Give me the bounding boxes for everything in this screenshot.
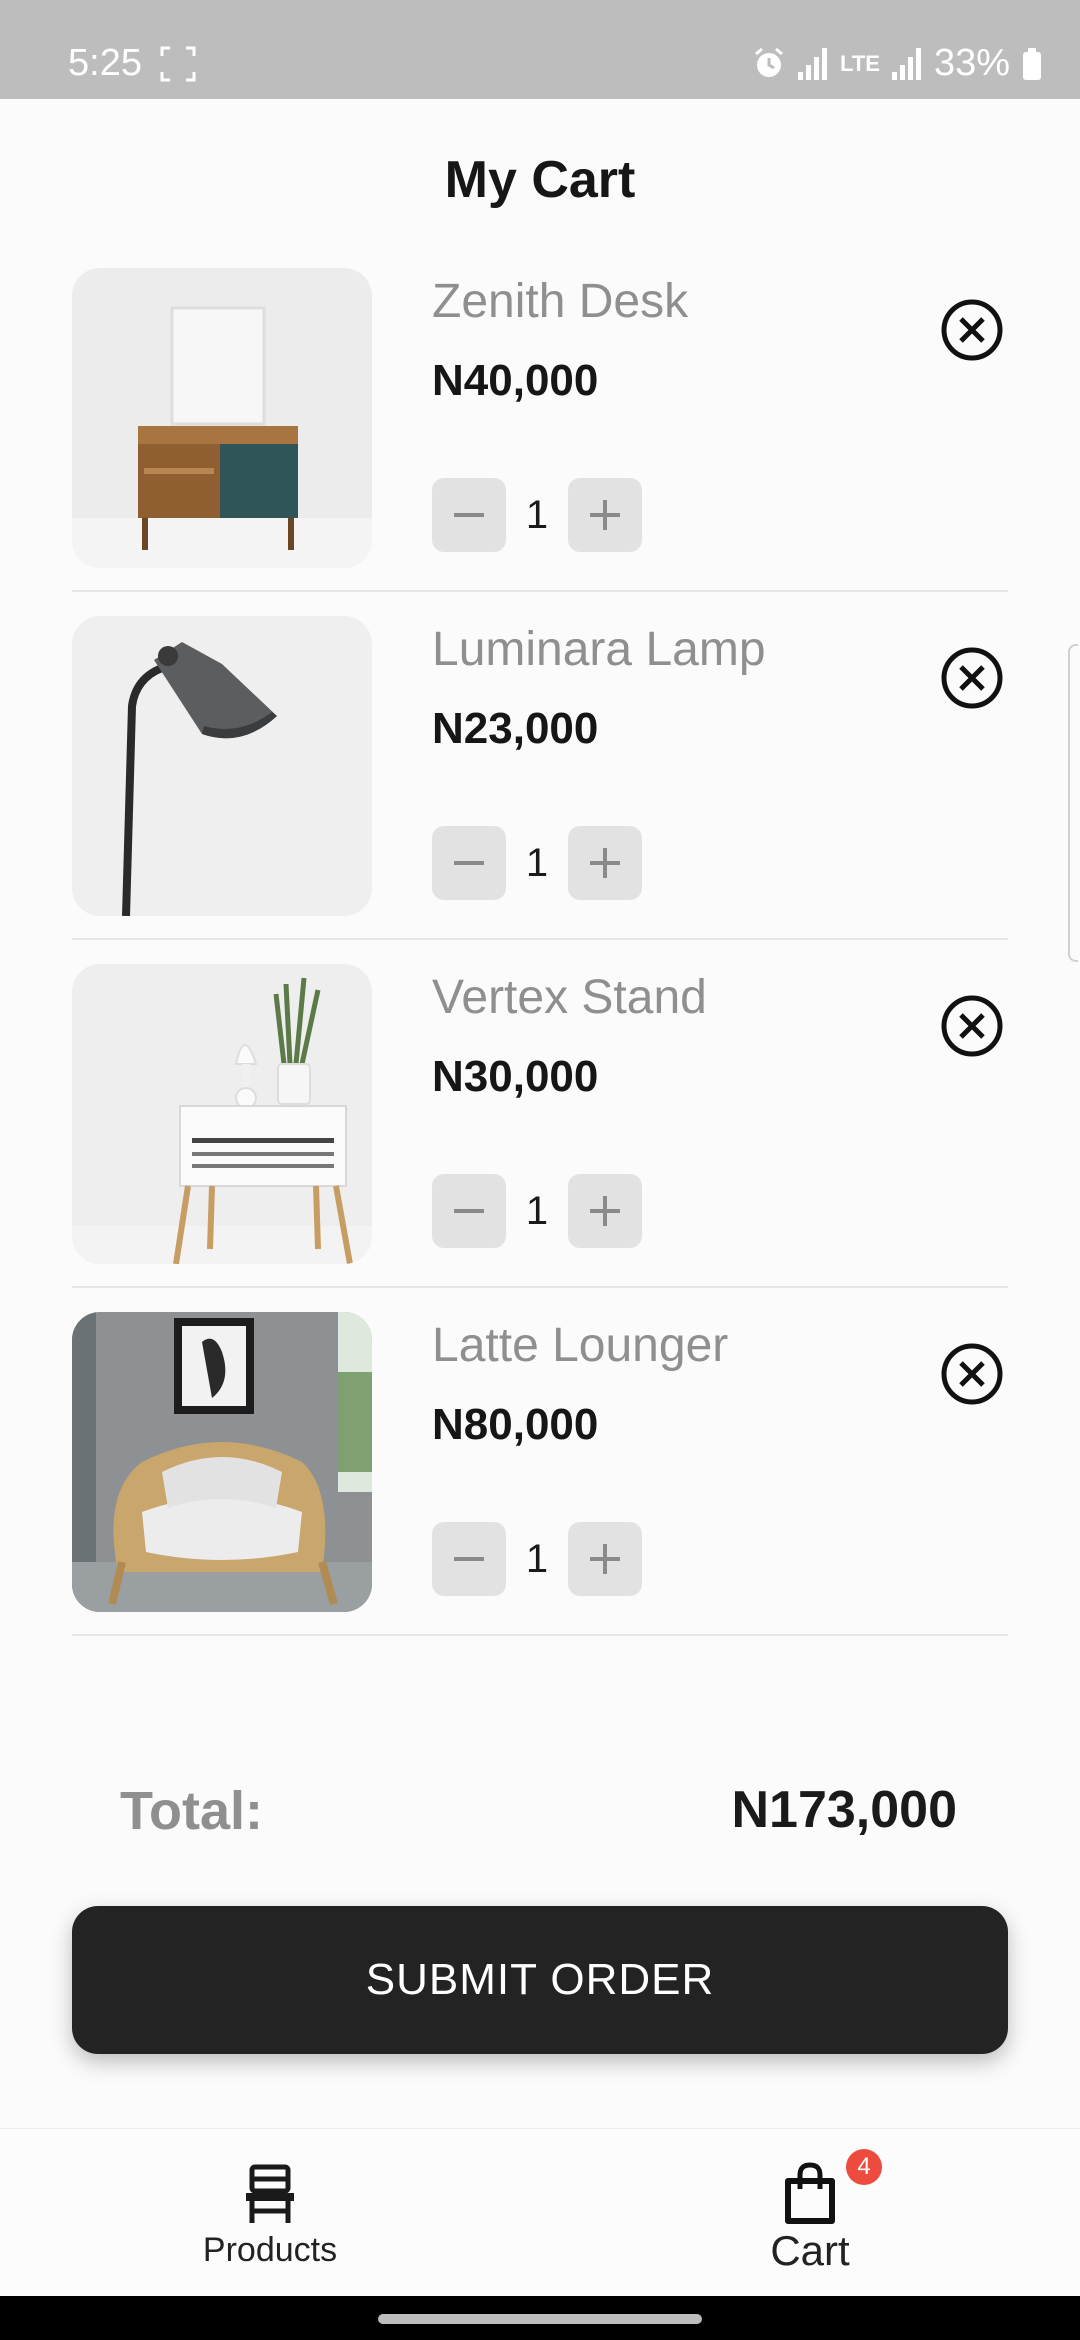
cart-item: Luminara Lamp N23,000 1: [72, 616, 1008, 940]
product-price: N80,000: [432, 1400, 599, 1449]
remove-item-button[interactable]: [940, 298, 1004, 362]
product-price: N30,000: [432, 1052, 599, 1101]
product-price: N23,000: [432, 704, 599, 753]
page-title: My Cart: [444, 151, 636, 209]
plus-icon: [590, 1544, 620, 1574]
nav-label-products: Products: [202, 2231, 338, 2269]
bottom-nav: Products 4 Cart: [0, 2128, 1080, 2297]
stand-photo: [72, 964, 372, 1264]
lamp-photo: [72, 616, 372, 916]
home-indicator[interactable]: [378, 2314, 702, 2324]
product-image-chair: [72, 1312, 372, 1612]
increase-quantity-button[interactable]: [568, 826, 642, 900]
cart-item: Vertex Stand N30,000 1: [72, 964, 1008, 1288]
product-image-desk: [72, 268, 372, 568]
cart-item: Latte Lounger N80,000 1: [72, 1312, 1008, 1636]
product-image-stand: [72, 964, 372, 1264]
quantity-stepper: 1: [432, 1522, 642, 1596]
plus-icon: [590, 1196, 620, 1226]
plus-icon: [590, 848, 620, 878]
remove-item-button[interactable]: [940, 646, 1004, 710]
product-name: Luminara Lamp: [432, 623, 766, 676]
nav-tab-products[interactable]: Products: [120, 2129, 420, 2297]
shopping-bag-icon: [785, 2162, 835, 2224]
chair-icon: [246, 2164, 294, 2223]
alarm-icon: [755, 47, 783, 77]
fullscreen-icon: [160, 46, 196, 82]
minus-icon: [454, 513, 484, 517]
network-type: LTE: [840, 50, 880, 76]
nav-label-cart: Cart: [770, 2227, 850, 2274]
product-name: Zenith Desk: [432, 275, 689, 328]
desk-photo: [72, 268, 372, 568]
decrease-quantity-button[interactable]: [432, 1522, 506, 1596]
status-icons: LTE 33%: [752, 42, 1042, 85]
increase-quantity-button[interactable]: [568, 1174, 642, 1248]
remove-item-button[interactable]: [940, 994, 1004, 1058]
submit-order-button[interactable]: SUBMIT ORDER: [72, 1906, 1008, 2054]
increase-quantity-button[interactable]: [568, 478, 642, 552]
product-price: N40,000: [432, 356, 599, 405]
quantity-value: 1: [525, 1536, 549, 1581]
scroll-indicator[interactable]: [1068, 644, 1078, 962]
gesture-bar: [0, 2296, 1080, 2340]
plus-icon: [590, 500, 620, 530]
divider: [72, 590, 1008, 592]
cart-count-badge: 4: [846, 2149, 882, 2185]
product-name: Vertex Stand: [432, 971, 707, 1024]
status-bar: 5:25 LTE 33%: [0, 0, 1080, 99]
minus-icon: [454, 1557, 484, 1561]
quantity-stepper: 1: [432, 826, 642, 900]
status-time: 5:25: [68, 42, 142, 84]
chair-photo: [72, 1312, 372, 1612]
quantity-value: 1: [525, 492, 549, 537]
total-label: Total:: [120, 1781, 263, 1841]
battery-percent: 33%: [933, 42, 1010, 84]
remove-item-button[interactable]: [940, 1342, 1004, 1406]
decrease-quantity-button[interactable]: [432, 478, 506, 552]
decrease-quantity-button[interactable]: [432, 1174, 506, 1248]
signal-icon-2: [891, 47, 921, 80]
quantity-stepper: 1: [432, 478, 642, 552]
nav-tab-cart[interactable]: 4 Cart: [660, 2129, 960, 2297]
divider: [72, 1634, 1008, 1636]
total-value: N173,000: [731, 1781, 957, 1839]
signal-icon: [798, 47, 828, 80]
product-name: Latte Lounger: [432, 1319, 729, 1372]
divider: [72, 1286, 1008, 1288]
battery-icon: [1023, 47, 1041, 80]
cart-item: Zenith Desk N40,000 1: [72, 268, 1008, 592]
increase-quantity-button[interactable]: [568, 1522, 642, 1596]
decrease-quantity-button[interactable]: [432, 826, 506, 900]
divider: [72, 938, 1008, 940]
product-image-lamp: [72, 616, 372, 916]
quantity-stepper: 1: [432, 1174, 642, 1248]
quantity-value: 1: [525, 840, 549, 885]
minus-icon: [454, 861, 484, 865]
quantity-value: 1: [525, 1188, 549, 1233]
minus-icon: [454, 1209, 484, 1213]
